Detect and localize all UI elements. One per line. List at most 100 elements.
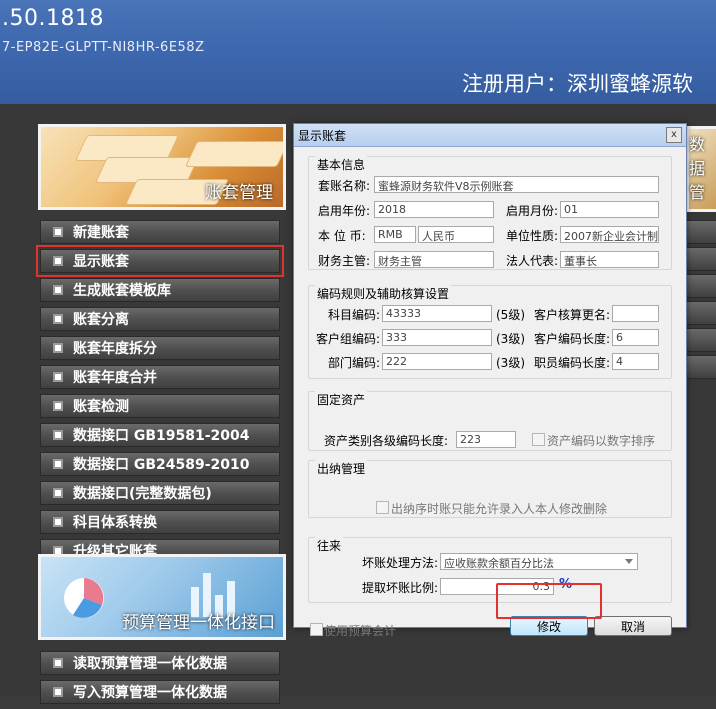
menu-item-subject-convert[interactable]: 科目体系转换: [40, 510, 280, 534]
banner-caption: 预算管理一体化接口: [122, 613, 275, 633]
bullet-icon: [53, 256, 63, 266]
legal-rep-field[interactable]: 董事长: [560, 251, 659, 268]
right-menu-item[interactable]: [686, 274, 716, 298]
menu-label: 账套年度合并: [73, 370, 157, 386]
dept-code-label: 部门编码:: [328, 356, 381, 370]
customer-group-levels: (3级): [496, 332, 525, 346]
bullet-icon: [53, 658, 63, 668]
sort-numeric-checkbox[interactable]: [532, 433, 545, 446]
currency-name-field[interactable]: 人民币: [418, 226, 494, 243]
bad-debt-method-select[interactable]: 应收账款余额百分比法: [440, 553, 638, 570]
data-management-banner[interactable]: 数据管: [686, 126, 716, 212]
menu-label: 显示账套: [73, 254, 129, 270]
subject-code-field[interactable]: 43333: [382, 305, 492, 322]
right-menu-item[interactable]: [686, 301, 716, 325]
left-panel: 账套管理 新建账套 显示账套 生成账套模板库 账套分离 账套年度拆分 账套年度合…: [36, 120, 286, 704]
select-value: 应收账款余额百分比法: [444, 557, 554, 570]
menu-item-template-library[interactable]: 生成账套模板库: [40, 278, 280, 302]
group-title: 出纳管理: [315, 460, 368, 477]
right-panel: 数据管: [686, 120, 716, 696]
menu-label: 生成账套模板库: [73, 283, 171, 299]
customer-code-len-label: 客户编码长度:: [534, 332, 611, 346]
finance-head-label: 财务主管:: [318, 254, 371, 268]
right-menu-item[interactable]: [686, 328, 716, 352]
modify-highlight-box: [496, 583, 602, 619]
staff-code-len-label: 职员编码长度:: [534, 356, 611, 370]
banner-caption: 账套管理: [205, 183, 273, 203]
cancel-button[interactable]: 取消: [594, 616, 672, 636]
staff-code-len-field[interactable]: 4: [612, 353, 659, 370]
right-menu-item[interactable]: [686, 247, 716, 271]
asset-class-len-field[interactable]: 223: [456, 431, 516, 448]
bad-debt-method-label: 坏账处理方法:: [362, 556, 439, 570]
bullet-icon: [53, 343, 63, 353]
customer-code-len-field[interactable]: 6: [612, 329, 659, 346]
bullet-icon: [53, 372, 63, 382]
sort-numeric-label: 资产编码以数字排序: [547, 434, 656, 448]
menu-item-year-split[interactable]: 账套年度拆分: [40, 336, 280, 360]
version-text: .50.1818: [2, 6, 104, 31]
menu-item-new-account[interactable]: 新建账套: [40, 220, 280, 244]
budget-integration-banner[interactable]: 预算管理一体化接口: [38, 554, 286, 640]
menu-label: 账套年度拆分: [73, 341, 157, 357]
menu-item-full-package[interactable]: 数据接口(完整数据包): [40, 481, 280, 505]
menu-label: 写入预算管理一体化数据: [73, 685, 227, 701]
menu-item-account-check[interactable]: 账套检测: [40, 394, 280, 418]
menu-item-show-account[interactable]: 显示账套: [36, 245, 284, 277]
dept-levels: (3级): [496, 356, 525, 370]
menu-item-year-merge[interactable]: 账套年度合并: [40, 365, 280, 389]
start-month-label: 启用月份:: [506, 204, 559, 218]
bullet-icon: [53, 227, 63, 237]
app-header: .50.1818 7-EP82E-GLPTT-NI8HR-6E58Z 注册用户：…: [0, 0, 716, 104]
dialog-titlebar[interactable]: 显示账套 x: [294, 124, 686, 147]
registered-user: 注册用户：深圳蜜蜂源软: [462, 72, 693, 96]
modify-button[interactable]: 修改: [510, 616, 588, 636]
group-title: 编码规则及辅助核算设置: [315, 285, 452, 302]
bullet-icon: [53, 488, 63, 498]
menu-label: 数据接口 GB19581-2004: [73, 428, 250, 444]
start-year-field[interactable]: 2018: [374, 201, 494, 218]
right-menu-item[interactable]: [686, 355, 716, 379]
menu-item-gb24589[interactable]: 数据接口 GB24589-2010: [40, 452, 280, 476]
account-management-banner[interactable]: 账套管理: [38, 124, 286, 210]
cashier-option-checkbox[interactable]: [376, 501, 389, 514]
menu-label: 新建账套: [73, 225, 129, 241]
bullet-icon: [53, 401, 63, 411]
use-budget-checkbox[interactable]: [310, 623, 323, 636]
menu-label: 账套检测: [73, 399, 129, 415]
start-month-field[interactable]: 01: [560, 201, 659, 218]
close-icon[interactable]: x: [666, 127, 682, 143]
bullet-icon: [53, 285, 63, 295]
bullet-icon: [53, 430, 63, 440]
menu-item-write-budget[interactable]: 写入预算管理一体化数据: [40, 680, 280, 704]
customer-rename-label: 客户核算更名:: [534, 308, 611, 322]
menu-label: 读取预算管理一体化数据: [73, 656, 227, 672]
currency-code-field[interactable]: RMB: [374, 226, 416, 243]
subject-code-label: 科目编码:: [328, 308, 381, 322]
use-budget-label: 使用预算会计: [324, 624, 397, 638]
currency-label: 本 位 币:: [318, 229, 366, 243]
bullet-icon: [53, 459, 63, 469]
account-name-label: 套账名称:: [318, 179, 371, 193]
account-name-field[interactable]: 蜜蜂源财务软件V8示例账套: [374, 176, 659, 193]
right-menu-item[interactable]: [686, 220, 716, 244]
serial-number: 7-EP82E-GLPTT-NI8HR-6E58Z: [2, 40, 205, 55]
customer-rename-field[interactable]: [612, 305, 659, 322]
dept-code-field[interactable]: 222: [382, 353, 492, 370]
unit-type-field[interactable]: 2007新企业会计制: [560, 226, 659, 243]
menu-item-account-separate[interactable]: 账套分离: [40, 307, 280, 331]
dialog-body: 基本信息 套账名称: 蜜蜂源财务软件V8示例账套 启用年份: 2018 启用月份…: [294, 147, 686, 638]
cashier-option-label: 出纳序时账只能允许录入人本人修改删除: [391, 502, 608, 516]
banner-caption: 数据管: [689, 135, 706, 202]
bullet-icon: [53, 314, 63, 324]
chevron-down-icon: [625, 559, 633, 564]
menu-item-gb19581[interactable]: 数据接口 GB19581-2004: [40, 423, 280, 447]
group-title: 固定资产: [315, 391, 368, 408]
bullet-icon: [53, 517, 63, 527]
finance-head-field[interactable]: 财务主管: [374, 251, 494, 268]
customer-group-field[interactable]: 333: [382, 329, 492, 346]
customer-group-label: 客户组编码:: [316, 332, 381, 346]
dialog-title: 显示账套: [298, 129, 347, 143]
menu-item-read-budget[interactable]: 读取预算管理一体化数据: [40, 651, 280, 675]
show-account-dialog: 显示账套 x 基本信息 套账名称: 蜜蜂源财务软件V8示例账套 启用年份: 20…: [293, 123, 687, 638]
